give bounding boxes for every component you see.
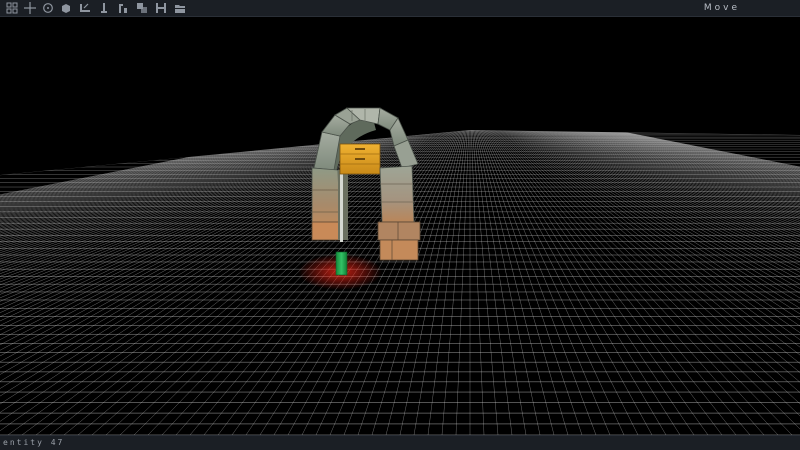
select-grid-icon[interactable]	[5, 1, 19, 15]
move-cross-icon[interactable]	[23, 1, 37, 15]
mode-label: Move	[703, 3, 740, 13]
viewport-canvas[interactable]	[0, 17, 800, 435]
rotate-circle-icon[interactable]	[41, 1, 55, 15]
snap-surface-icon[interactable]	[78, 1, 92, 15]
top-toolbar: Move	[0, 0, 800, 17]
status-entity-label: entity 47	[3, 438, 65, 447]
pin-icon[interactable]	[97, 1, 111, 15]
status-bar: entity 47	[0, 435, 800, 450]
scene-viewport[interactable]	[0, 17, 800, 435]
entity-marker[interactable]	[335, 251, 348, 276]
save-icon[interactable]	[154, 1, 168, 15]
folder-icon[interactable]	[173, 1, 187, 15]
layers-icon[interactable]	[135, 1, 149, 15]
tree-brush-icon[interactable]	[116, 1, 130, 15]
scale-cube-icon[interactable]	[59, 1, 73, 15]
